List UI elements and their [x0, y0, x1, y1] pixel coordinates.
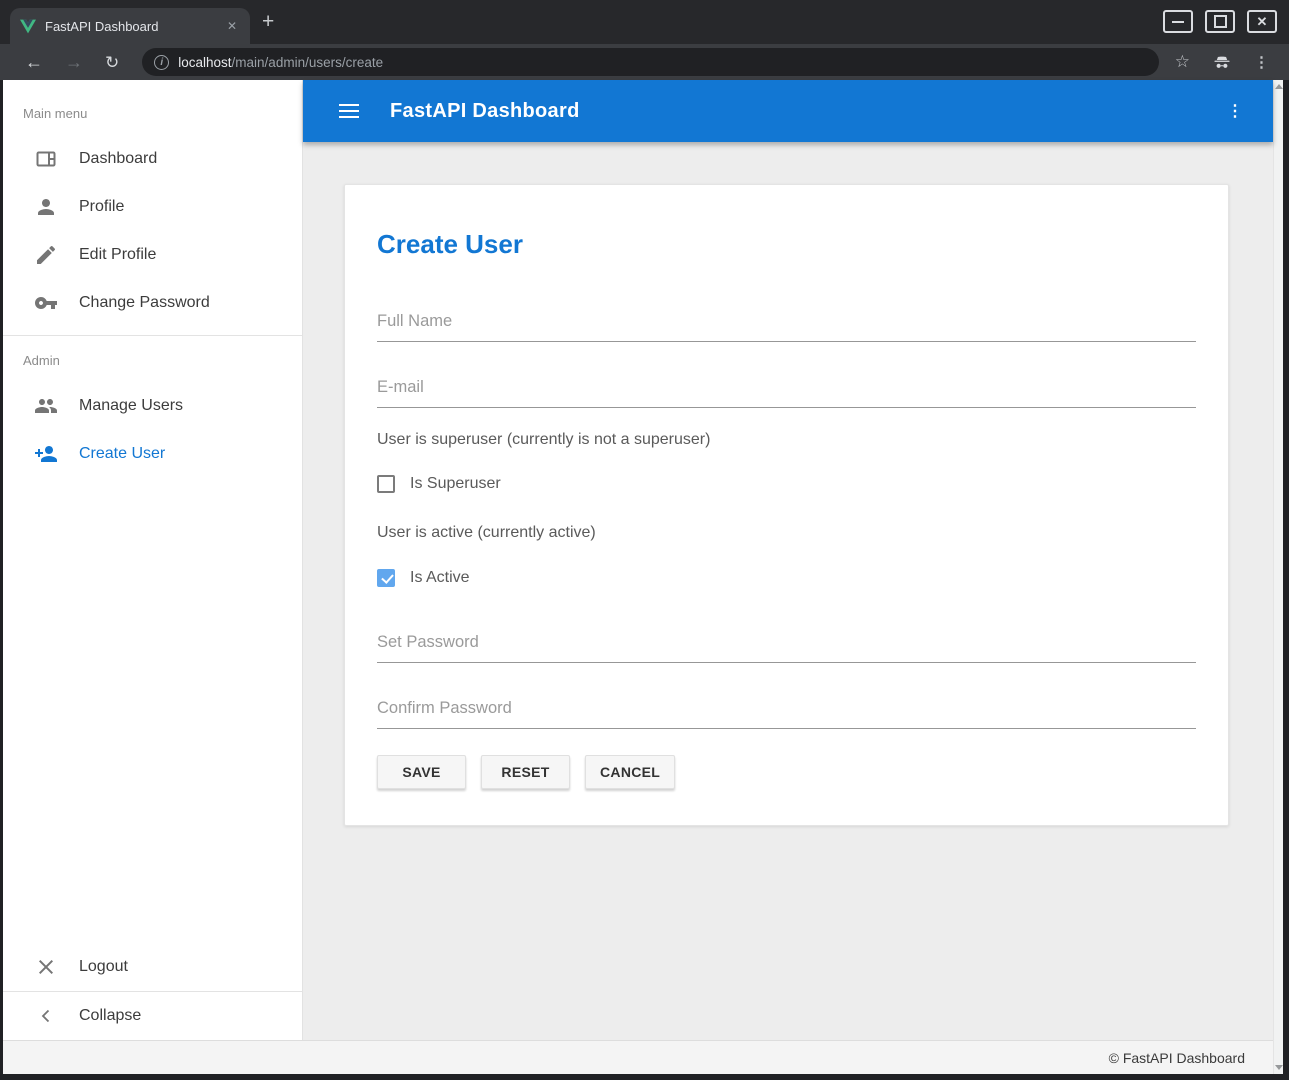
person-icon [34, 195, 58, 219]
pencil-icon [34, 243, 58, 267]
people-icon [34, 394, 58, 418]
active-checkbox[interactable] [377, 569, 395, 587]
sidebar-group-admin: Admin [23, 353, 302, 368]
set-password-input[interactable] [377, 631, 1196, 663]
close-button[interactable]: ✕ [1247, 10, 1277, 33]
incognito-icon [1212, 52, 1232, 72]
sidebar-item-label: Dashboard [79, 150, 157, 168]
browser-menu-icon[interactable]: ⋮ [1254, 53, 1269, 71]
confirm-password-input[interactable] [377, 697, 1196, 729]
sidebar-item-label: Manage Users [79, 397, 183, 415]
cancel-button[interactable]: CANCEL [585, 755, 675, 789]
browser-toolbar: ← → ↻ i localhost/main/admin/users/creat… [0, 44, 1289, 80]
url-host: localhost [178, 55, 231, 70]
app-title: FastAPI Dashboard [390, 100, 580, 123]
sidebar-item-label: Profile [79, 198, 124, 216]
full-name-field [377, 310, 1196, 342]
create-user-card: Create User User is superuser (currently… [344, 184, 1229, 826]
sidebar-item-label: Create User [79, 445, 165, 463]
site-info-icon[interactable]: i [154, 55, 169, 70]
sidebar-item-collapse[interactable]: Collapse [3, 992, 302, 1040]
close-x-icon [34, 955, 58, 979]
forward-icon[interactable]: → [65, 53, 83, 71]
email-input[interactable] [377, 376, 1196, 408]
sidebar-item-edit-profile[interactable]: Edit Profile [3, 231, 302, 279]
tab-strip: FastAPI Dashboard ✕ + ✕ [0, 0, 1289, 44]
sidebar-item-create-user[interactable]: Create User [3, 430, 302, 478]
maximize-button[interactable] [1205, 10, 1235, 33]
page-title: Create User [377, 229, 1196, 260]
dashboard-icon [34, 147, 58, 171]
main-area: FastAPI Dashboard ⋮ Create User [303, 80, 1273, 1040]
scroll-down-icon[interactable] [1275, 1065, 1283, 1070]
person-add-icon [34, 442, 58, 466]
chevron-left-icon [34, 1004, 58, 1028]
back-icon[interactable]: ← [25, 53, 43, 71]
key-icon [34, 291, 58, 315]
scroll-up-icon[interactable] [1275, 84, 1283, 89]
vue-favicon-icon [20, 19, 36, 34]
sidebar-group-main-menu: Main menu [23, 106, 302, 121]
window-controls: ✕ [1163, 10, 1277, 33]
sidebar-item-profile[interactable]: Profile [3, 183, 302, 231]
tab-title: FastAPI Dashboard [45, 19, 224, 34]
sidebar-item-change-password[interactable]: Change Password [3, 279, 302, 327]
superuser-checkbox[interactable] [377, 475, 395, 493]
sidebar-divider [3, 335, 302, 336]
active-hint: User is active (currently active) [377, 524, 1196, 542]
form-buttons: SAVE RESET CANCEL [377, 755, 1196, 789]
sidebar-item-label: Logout [79, 958, 128, 976]
url-bar[interactable]: i localhost/main/admin/users/create [142, 48, 1159, 76]
page-footer: © FastAPI Dashboard [3, 1040, 1273, 1074]
reload-icon[interactable]: ↻ [105, 54, 119, 71]
browser-window: FastAPI Dashboard ✕ + ✕ ← → ↻ i localhos… [0, 0, 1289, 1080]
active-checkbox-row[interactable]: Is Active [377, 569, 1196, 587]
content-area: Create User User is superuser (currently… [303, 142, 1273, 1040]
appbar-menu-icon[interactable]: ⋮ [1227, 101, 1243, 121]
full-name-input[interactable] [377, 310, 1196, 342]
email-field [377, 376, 1196, 408]
hamburger-menu-icon[interactable] [339, 104, 359, 118]
superuser-checkbox-row[interactable]: Is Superuser [377, 475, 1196, 493]
app-bar: FastAPI Dashboard ⋮ [303, 80, 1273, 142]
page: Main menu Dashboard [3, 80, 1283, 1074]
copyright-text: © FastAPI Dashboard [1109, 1050, 1245, 1066]
superuser-hint: User is superuser (currently is not a su… [377, 431, 1196, 449]
sidebar-item-label: Change Password [79, 294, 210, 312]
sidebar-item-label: Collapse [79, 1007, 141, 1025]
superuser-checkbox-label: Is Superuser [410, 475, 501, 493]
tab-close-icon[interactable]: ✕ [224, 19, 240, 33]
active-checkbox-label: Is Active [410, 569, 470, 587]
sidebar-item-manage-users[interactable]: Manage Users [3, 382, 302, 430]
set-password-field [377, 631, 1196, 663]
bookmark-star-icon[interactable]: ☆ [1175, 52, 1190, 72]
sidebar-item-dashboard[interactable]: Dashboard [3, 135, 302, 183]
save-button[interactable]: SAVE [377, 755, 466, 789]
browser-tab[interactable]: FastAPI Dashboard ✕ [10, 8, 250, 44]
url-path: /main/admin/users/create [232, 55, 384, 70]
new-tab-button[interactable]: + [262, 10, 274, 34]
sidebar-item-label: Edit Profile [79, 246, 156, 264]
sidebar: Main menu Dashboard [3, 80, 303, 1040]
sidebar-item-logout[interactable]: Logout [3, 943, 302, 991]
minimize-button[interactable] [1163, 10, 1193, 33]
confirm-password-field [377, 697, 1196, 729]
reset-button[interactable]: RESET [481, 755, 570, 789]
vertical-scrollbar[interactable] [1273, 80, 1283, 1074]
